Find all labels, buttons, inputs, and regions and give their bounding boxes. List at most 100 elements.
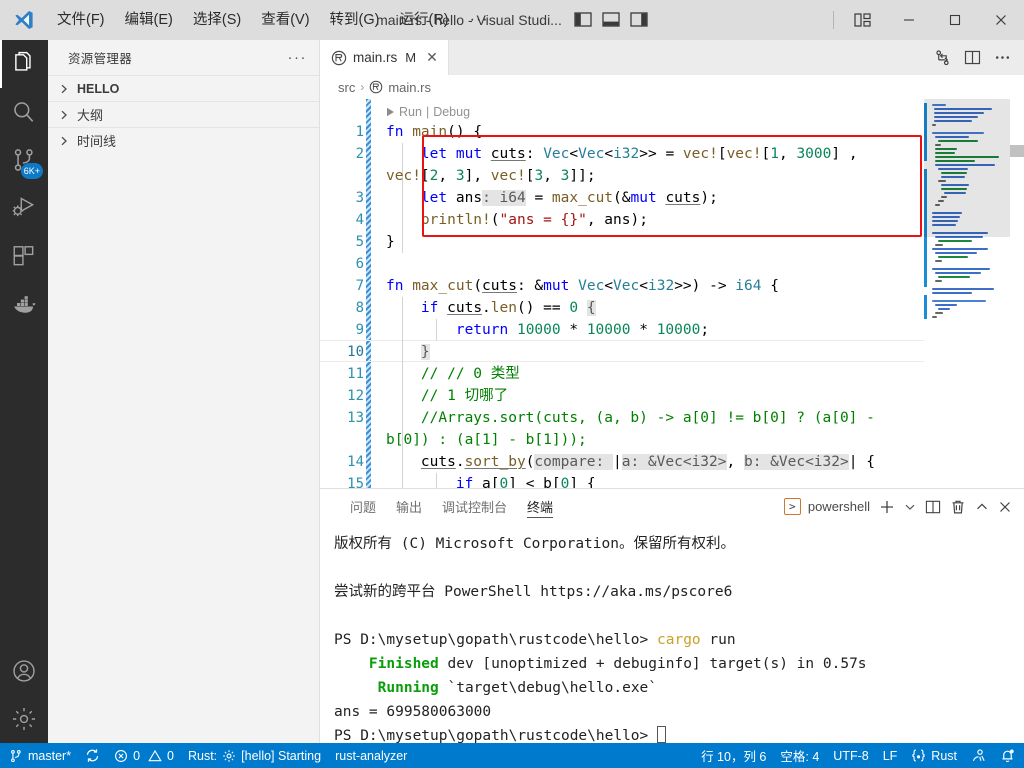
status-encoding[interactable]: UTF-8 <box>826 743 875 768</box>
menu-item-view[interactable]: 查看(V) <box>252 6 318 34</box>
code-line-9[interactable]: return 10000 * 10000 * 10000; <box>386 319 709 341</box>
terminal-line: 版权所有 (C) Microsoft Corporation。保留所有权利。 <box>334 536 735 552</box>
split-editor-icon[interactable] <box>964 49 981 66</box>
editor-tab-close-icon[interactable]: ✕ <box>426 49 438 66</box>
rust-file-icon <box>369 80 383 94</box>
editor-tab-main-rs[interactable]: main.rs M ✕ <box>320 40 449 75</box>
sidebar-more-actions[interactable]: ··· <box>288 49 308 66</box>
editor-minimap[interactable] <box>924 99 1010 488</box>
code-line-5[interactable]: } <box>386 231 395 253</box>
status-rust-analyzer[interactable]: rust-analyzer <box>328 743 414 768</box>
status-indentation[interactable]: 空格: 4 <box>773 743 826 768</box>
more-actions-icon[interactable] <box>994 49 1011 66</box>
activity-item-source-control[interactable]: 6K+ <box>0 136 48 184</box>
code-line-14[interactable]: cuts.sort_by(compare: |a: &Vec<i32>, b: … <box>386 451 875 473</box>
status-language-mode[interactable]: Rust <box>904 743 964 768</box>
line-number: 8 <box>355 300 364 316</box>
panel-tab-problems[interactable]: 问题 <box>340 489 386 524</box>
code-surface[interactable]: 1 2 3 4 5 6 7 8 9 10 11 12 13 14 15 Run … <box>320 99 1024 488</box>
code-line-2-wrap[interactable]: vec![2, 3], vec![3, 3]]; <box>386 165 596 187</box>
activity-item-docker[interactable] <box>0 280 48 328</box>
maximize-button[interactable] <box>932 0 978 40</box>
window-controls[interactable] <box>827 0 1024 40</box>
split-changes-icon[interactable] <box>934 49 951 66</box>
code-editor[interactable]: 1 2 3 4 5 6 7 8 9 10 11 12 13 14 15 Run … <box>320 99 1024 488</box>
breadcrumb[interactable]: src › main.rs <box>320 75 1024 99</box>
breadcrumb-item-src[interactable]: src <box>338 80 355 95</box>
code-line-8[interactable]: if cuts.len() == 0 { <box>386 297 596 319</box>
code-line-15[interactable]: if a[0] < b[0] { <box>386 473 596 488</box>
code-line-1[interactable]: fn main() { <box>386 121 482 143</box>
modified-lines-indicator <box>366 99 371 488</box>
code-line-13-wrap[interactable]: b[0]) : (a[1] - b[1])); <box>386 429 587 451</box>
panel-tab-terminal[interactable]: 终端 <box>517 489 563 524</box>
status-error-count: 0 <box>133 748 141 763</box>
extensions-icon <box>11 243 37 269</box>
titlebar-divider <box>833 11 834 29</box>
status-branch[interactable]: master* <box>2 743 78 768</box>
status-notifications[interactable] <box>993 743 1022 768</box>
scrollbar-thumb[interactable] <box>1010 145 1024 157</box>
code-line-2[interactable]: let mut cuts: Vec<Vec<i32>> = vec![vec![… <box>386 143 858 165</box>
source-control-badge: 6K+ <box>20 163 43 179</box>
status-remote-window[interactable] <box>964 743 993 768</box>
line-number: 5 <box>355 234 364 250</box>
new-terminal-icon[interactable] <box>879 499 895 515</box>
terminal-output[interactable]: 版权所有 (C) Microsoft Corporation。保留所有权利。 尝… <box>320 524 1024 743</box>
menu-item-edit[interactable]: 编辑(E) <box>116 6 182 34</box>
panel-tab-output[interactable]: 输出 <box>386 489 432 524</box>
status-cursor-position[interactable]: 行 10，列 6 <box>694 743 773 768</box>
activity-item-settings[interactable] <box>0 695 48 743</box>
code-line-3[interactable]: let ans: i64 = max_cut(&mut cuts); <box>386 187 718 209</box>
split-terminal-icon[interactable] <box>925 499 941 515</box>
activity-item-accounts[interactable] <box>0 647 48 695</box>
breadcrumb-item-file[interactable]: main.rs <box>388 80 431 95</box>
code-line-11[interactable]: // // 0 类型 <box>386 363 520 385</box>
code-line-10[interactable]: } <box>386 341 430 363</box>
sidebar-section-outline[interactable]: 大纲 <box>48 101 319 127</box>
toggle-secondary-sidebar-icon[interactable] <box>630 12 648 28</box>
panel-tab-debug-console[interactable]: 调试控制台 <box>432 489 517 524</box>
chevron-down-icon[interactable] <box>904 501 916 513</box>
codelens-debug-link[interactable]: Debug <box>433 103 470 121</box>
sidebar-title: 资源管理器 <box>68 52 133 66</box>
layout-controls[interactable] <box>574 12 648 28</box>
minimap-line <box>935 280 942 282</box>
close-panel-icon[interactable] <box>998 500 1012 514</box>
status-rust-server[interactable]: Rust: [hello] Starting <box>181 743 328 768</box>
code-line-4[interactable]: println!("ans = {}", ans); <box>386 209 648 231</box>
code-line-7[interactable]: fn max_cut(cuts: &mut Vec<Vec<i32>>) -> … <box>386 275 779 297</box>
editor-tab-bar: main.rs M ✕ <box>320 40 1024 75</box>
sidebar-section-timeline[interactable]: 时间线 <box>48 127 319 153</box>
minimap-line <box>932 300 986 302</box>
toggle-primary-sidebar-icon[interactable] <box>574 12 592 28</box>
minimap-slider[interactable] <box>924 99 1010 237</box>
close-button[interactable] <box>978 0 1024 40</box>
window-title: main.rs - hello - Visual Studi... <box>376 12 562 28</box>
code-line-13[interactable]: //Arrays.sort(cuts, (a, b) -> a[0] != b[… <box>386 407 875 429</box>
activity-item-explorer[interactable] <box>0 40 48 88</box>
workbench: 6K+ 资源管理器 ··· HELLO 大纲 时间线 main.rs M ✕ s… <box>0 40 1024 743</box>
sidebar-section-hello[interactable]: HELLO <box>48 75 319 101</box>
customize-layout-icon[interactable] <box>840 0 886 40</box>
editor-vertical-scrollbar[interactable] <box>1010 99 1024 488</box>
status-eol[interactable]: LF <box>876 743 905 768</box>
menu-item-file[interactable]: 文件(F) <box>48 6 114 34</box>
terminal-shell-selector[interactable]: > powershell <box>783 498 870 515</box>
status-sync[interactable] <box>78 743 107 768</box>
codelens-run-link[interactable]: Run <box>399 103 422 121</box>
kill-terminal-icon[interactable] <box>950 499 966 515</box>
activity-item-search[interactable] <box>0 88 48 136</box>
chevron-right-icon <box>56 84 72 94</box>
menu-item-selection[interactable]: 选择(S) <box>184 6 250 34</box>
toggle-panel-icon[interactable] <box>602 12 620 28</box>
status-problems[interactable]: 0 0 <box>107 743 181 768</box>
minimap-line <box>938 256 968 258</box>
minimap-line <box>935 252 977 254</box>
code-line-12[interactable]: // 1 切哪了 <box>386 385 508 407</box>
activity-item-extensions[interactable] <box>0 232 48 280</box>
minimize-button[interactable] <box>886 0 932 40</box>
activity-item-run-and-debug[interactable] <box>0 184 48 232</box>
codelens-run-debug[interactable]: Run | Debug <box>386 103 470 121</box>
maximize-panel-icon[interactable] <box>975 500 989 514</box>
